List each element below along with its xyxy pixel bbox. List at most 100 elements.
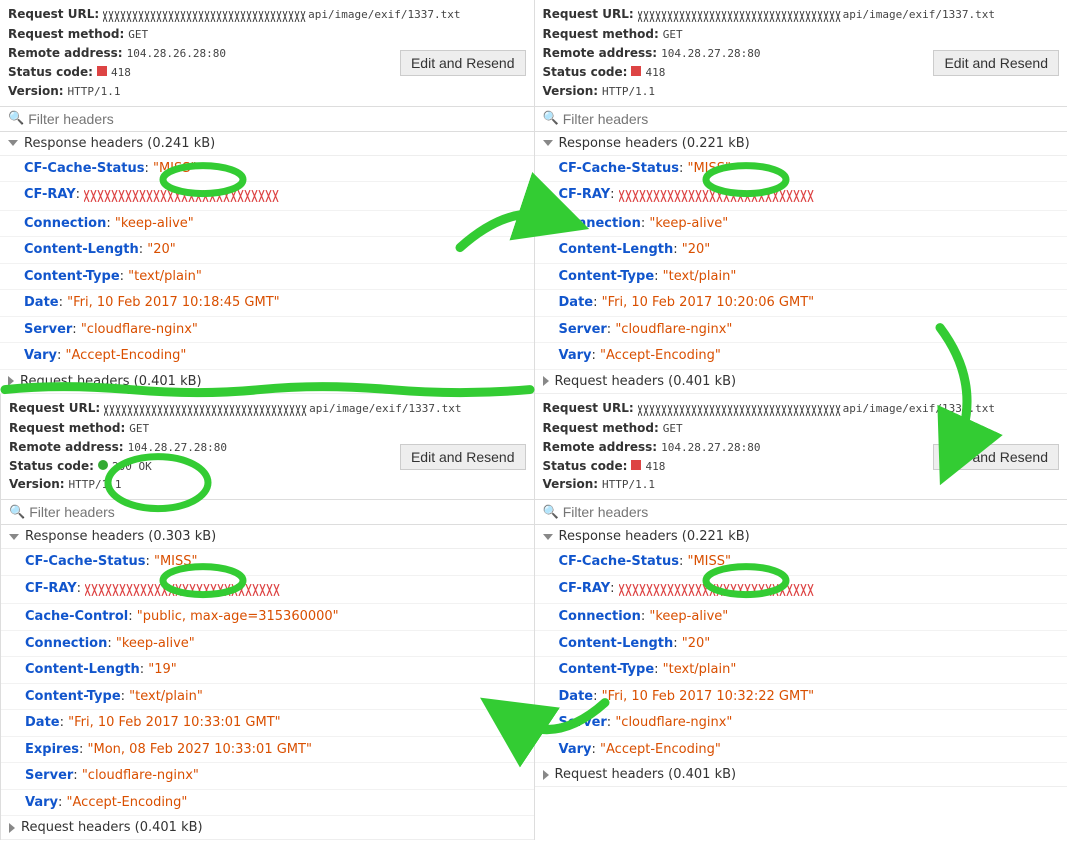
chevron-right-icon: [8, 376, 14, 386]
header-row: Content-Type: "text/plain": [535, 657, 1067, 684]
value-version: HTTP/1.1: [69, 477, 122, 492]
header-name[interactable]: Content-Length: [25, 662, 140, 677]
header-name[interactable]: Server: [559, 322, 607, 337]
search-icon: 🔍: [543, 505, 559, 520]
filter-headers-input[interactable]: [563, 111, 1059, 127]
header-row: Server: "cloudflare-nginx": [1, 763, 534, 790]
value-request-method: GET: [129, 421, 149, 436]
header-name[interactable]: Server: [559, 715, 607, 730]
request-headers-toggle[interactable]: Request headers (0.401 kB): [535, 370, 1067, 394]
header-row: Connection: "keep-alive": [1, 631, 534, 658]
header-value: "keep-alive": [116, 636, 195, 651]
header-name[interactable]: Content-Length: [24, 242, 139, 257]
header-name[interactable]: Connection: [559, 609, 641, 624]
response-headers-toggle[interactable]: Response headers (0.241 kB): [0, 132, 534, 156]
request-summary: Request URL:api/image/exif/1337.txtReque…: [1, 394, 534, 500]
label-request-method: Request method:: [8, 26, 124, 43]
response-headers-label: Response headers (0.221 kB): [559, 529, 750, 544]
response-headers-toggle[interactable]: Response headers (0.221 kB): [535, 525, 1067, 549]
header-name[interactable]: Server: [24, 322, 72, 337]
redacted-host: [638, 403, 843, 418]
redacted-value: [85, 581, 285, 601]
edit-and-resend-button[interactable]: Edit and Resend: [400, 50, 526, 76]
header-name[interactable]: Vary: [559, 348, 592, 363]
header-row: Date: "Fri, 10 Feb 2017 10:20:06 GMT": [535, 290, 1067, 317]
value-version: HTTP/1.1: [602, 477, 655, 492]
header-name[interactable]: CF-Cache-Status: [24, 161, 144, 176]
header-name[interactable]: Content-Length: [559, 636, 674, 651]
filter-headers-row: 🔍: [1, 499, 534, 525]
header-row: Connection: "keep-alive": [535, 604, 1067, 631]
request-headers-toggle[interactable]: Request headers (0.401 kB): [0, 370, 534, 394]
header-row: Connection: "keep-alive": [535, 211, 1067, 238]
value-remote-address: 104.28.27.28:80: [661, 46, 760, 61]
header-name[interactable]: Content-Type: [559, 662, 655, 677]
response-headers-toggle[interactable]: Response headers (0.221 kB): [535, 132, 1067, 156]
header-name[interactable]: Cache-Control: [25, 609, 128, 624]
header-row: Vary: "Accept-Encoding": [535, 343, 1067, 370]
request-headers-toggle[interactable]: Request headers (0.401 kB): [535, 763, 1067, 787]
header-name[interactable]: Date: [559, 295, 594, 310]
response-headers-list: CF-Cache-Status: "MISS"CF-RAY: Cache-Con…: [1, 549, 534, 816]
filter-headers-input[interactable]: [29, 504, 525, 520]
header-row: Content-Length: "19": [1, 657, 534, 684]
filter-headers-input[interactable]: [563, 504, 1059, 520]
request-headers-toggle[interactable]: Request headers (0.401 kB): [1, 816, 534, 840]
header-value: "Fri, 10 Feb 2017 10:32:22 GMT": [602, 689, 815, 704]
label-status-code: Status code:: [543, 458, 628, 475]
header-value: "public, max-age=315360000": [137, 609, 339, 624]
header-name[interactable]: Expires: [25, 742, 79, 757]
header-name[interactable]: Date: [559, 689, 594, 704]
header-name[interactable]: CF-Cache-Status: [559, 554, 679, 569]
response-headers-toggle[interactable]: Response headers (0.303 kB): [1, 525, 534, 549]
label-version: Version:: [8, 83, 64, 100]
header-value: "Mon, 08 Feb 2027 10:33:01 GMT": [88, 742, 312, 757]
header-row: Server: "cloudflare-nginx": [535, 317, 1067, 344]
header-name[interactable]: CF-RAY: [24, 187, 76, 202]
value-status-code: 418: [631, 459, 665, 474]
header-name[interactable]: CF-RAY: [559, 187, 611, 202]
value-request-url: api/image/exif/1337.txt: [104, 401, 461, 418]
header-name[interactable]: Connection: [25, 636, 107, 651]
header-row: Vary: "Accept-Encoding": [0, 343, 534, 370]
header-name[interactable]: CF-Cache-Status: [559, 161, 679, 176]
header-name[interactable]: Date: [24, 295, 59, 310]
response-headers-label: Response headers (0.221 kB): [559, 136, 750, 151]
header-row: CF-RAY:: [0, 182, 534, 211]
header-value: "cloudflare-nginx": [615, 715, 732, 730]
header-row: CF-RAY:: [1, 576, 534, 605]
header-name[interactable]: Content-Type: [25, 689, 121, 704]
header-name[interactable]: Vary: [559, 742, 592, 757]
header-name[interactable]: Connection: [24, 216, 106, 231]
value-request-url: api/image/exif/1337.txt: [103, 7, 460, 24]
edit-and-resend-button[interactable]: Edit and Resend: [933, 50, 1059, 76]
status-indicator-icon: [631, 66, 641, 76]
header-name[interactable]: Vary: [25, 795, 58, 810]
header-name[interactable]: CF-Cache-Status: [25, 554, 145, 569]
label-version: Version:: [543, 476, 599, 493]
label-request-url: Request URL:: [9, 400, 100, 417]
edit-and-resend-button[interactable]: Edit and Resend: [933, 444, 1059, 470]
header-name[interactable]: Content-Length: [559, 242, 674, 257]
redacted-host: [104, 403, 309, 418]
header-value: "MISS": [687, 554, 731, 569]
header-name[interactable]: Content-Type: [24, 269, 120, 284]
header-name[interactable]: Connection: [559, 216, 641, 231]
header-row: CF-RAY:: [535, 182, 1067, 211]
header-value: "keep-alive": [649, 609, 728, 624]
header-row: CF-RAY:: [535, 576, 1067, 605]
edit-and-resend-button[interactable]: Edit and Resend: [400, 444, 526, 470]
label-remote-address: Remote address:: [8, 45, 123, 62]
header-name[interactable]: CF-RAY: [559, 581, 611, 596]
header-name[interactable]: Vary: [24, 348, 57, 363]
value-request-method: GET: [663, 27, 683, 42]
header-name[interactable]: CF-RAY: [25, 581, 77, 596]
header-name[interactable]: Date: [25, 715, 60, 730]
redacted-value: [619, 581, 819, 601]
redacted-value: [619, 187, 819, 207]
header-name[interactable]: Server: [25, 768, 73, 783]
header-value: "Fri, 10 Feb 2017 10:18:45 GMT": [67, 295, 280, 310]
header-name[interactable]: Content-Type: [559, 269, 655, 284]
filter-headers-row: 🔍: [535, 499, 1067, 525]
filter-headers-input[interactable]: [28, 111, 525, 127]
